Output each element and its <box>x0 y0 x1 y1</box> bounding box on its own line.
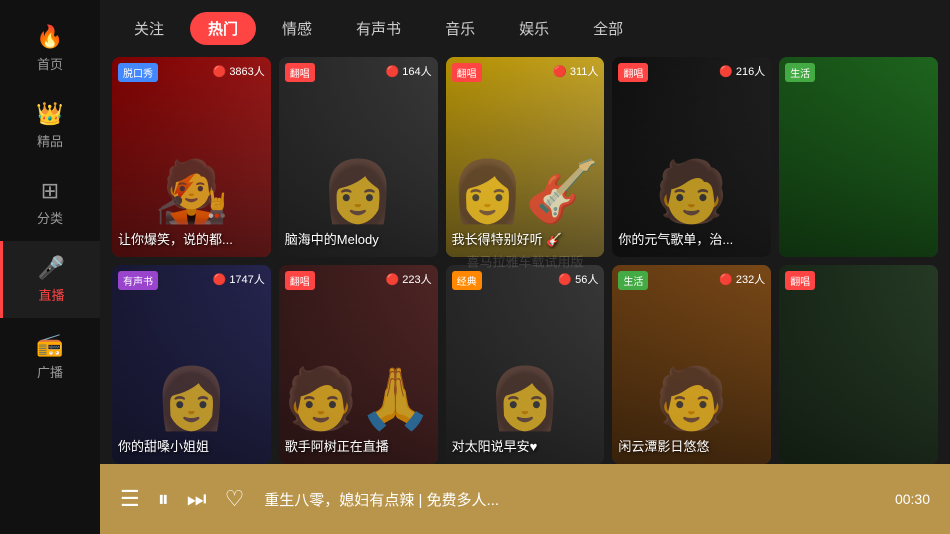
card-3[interactable]: 👩‍🎸 翻唱 🔴 311人我长得特别好听 🎸 <box>446 57 605 257</box>
tab-all[interactable]: 全部 <box>575 12 641 45</box>
card-tag: 翻唱 <box>618 63 648 82</box>
card-9[interactable]: 🧑 生活 🔴 232人闲云潭影日悠悠 <box>612 265 771 465</box>
player-controls: ☰ ⏸ ⏭ ♡ <box>120 486 244 512</box>
card-person: 👩 <box>488 363 563 434</box>
radio-icon: 📻 <box>36 332 63 358</box>
card-person: 🧑‍🎤 <box>154 156 229 227</box>
sidebar-item-radio[interactable]: 📻 广播 <box>0 318 100 395</box>
sidebar-item-live[interactable]: 🎤 直播 <box>0 241 100 318</box>
next-button[interactable]: ⏭ <box>187 486 207 512</box>
card-6[interactable]: 👩 有声书 🔴 1747人你的甜嗓小姐姐 <box>112 265 271 465</box>
card-8[interactable]: 👩 经典 🔴 56人对太阳说早安♥ <box>446 265 605 465</box>
card-title: 让你爆笑，说的都... <box>118 232 265 249</box>
card-count: 🔴 223人 <box>385 271 431 287</box>
pause-button[interactable]: ⏸ <box>158 486 169 512</box>
sidebar-item-label: 首页 <box>37 54 63 73</box>
premium-icon: 👑 <box>36 101 63 127</box>
card-count: 🔴 1747人 <box>213 271 265 287</box>
card-count: 🔴 232人 <box>719 271 765 287</box>
card-tag: 有声书 <box>118 271 158 290</box>
card-2[interactable]: 👩 翻唱 🔴 164人脑海中的Melody <box>279 57 438 257</box>
card-tag: 生活 <box>618 271 648 290</box>
card-person: 🧑‍🙏 <box>283 363 432 434</box>
home-icon: 🔥 <box>36 24 63 50</box>
card-5[interactable]: 生活 <box>779 57 938 257</box>
card-person: 👩 <box>154 363 229 434</box>
card-title: 脑海中的Melody <box>285 232 432 249</box>
card-count: 🔴 311人 <box>553 63 598 79</box>
card-overlay <box>779 57 938 257</box>
card-tag: 经典 <box>452 271 482 290</box>
sidebar-item-label: 广播 <box>37 362 63 381</box>
card-tag: 脱口秀 <box>118 63 158 82</box>
grid-area: 喜马拉雅车载试用版 🧑‍🎤脱口秀🔴 3863人让你爆笑，说的都...👩翻唱🔴 1… <box>100 57 950 464</box>
card-grid: 🧑‍🎤 脱口秀 🔴 3863人让你爆笑，说的都... 👩 翻唱 🔴 164人脑海中的Mel… <box>112 57 938 464</box>
card-count: 🔴 3863人 <box>213 63 265 79</box>
player-bar: ☰ ⏸ ⏭ ♡ 重生八零，媳妇有点辣 | 免费多人... 00:30 <box>100 464 950 534</box>
live-icon: 🎤 <box>38 255 65 281</box>
card-7[interactable]: 🧑‍🙏 翻唱 🔴 223人歌手阿树正在直播 <box>279 265 438 465</box>
player-title: 重生八零，媳妇有点辣 | 免费多人... <box>264 489 875 510</box>
tab-bar: 关注热门情感有声书音乐娱乐全部 <box>100 0 950 57</box>
card-person: 👩 <box>321 156 396 227</box>
card-10[interactable]: 翻唱 <box>779 265 938 465</box>
tab-audiobook[interactable]: 有声书 <box>338 12 419 45</box>
tab-entertainment[interactable]: 娱乐 <box>501 12 567 45</box>
card-tag: 翻唱 <box>452 63 482 82</box>
card-tag: 翻唱 <box>285 271 315 290</box>
card-person: 🧑 <box>654 363 729 434</box>
card-count: 🔴 56人 <box>558 271 598 287</box>
card-count: 🔴 164人 <box>385 63 431 79</box>
card-title: 我长得特别好听 🎸 <box>452 232 599 249</box>
card-title: 你的元气歌单，治... <box>618 232 765 249</box>
card-count: 🔴 216人 <box>719 63 765 79</box>
category-icon: ⊞ <box>41 178 59 204</box>
card-1[interactable]: 🧑‍🎤 脱口秀 🔴 3863人让你爆笑，说的都... <box>112 57 271 257</box>
tab-music[interactable]: 音乐 <box>427 12 493 45</box>
card-title: 歌手阿树正在直播 <box>285 439 432 456</box>
tab-follow[interactable]: 关注 <box>116 12 182 45</box>
card-tag: 翻唱 <box>285 63 315 82</box>
card-person: 🧑 <box>654 156 729 227</box>
sidebar-item-premium[interactable]: 👑 精品 <box>0 87 100 164</box>
tab-hot[interactable]: 热门 <box>190 12 256 45</box>
sidebar-item-label: 分类 <box>37 208 63 227</box>
sidebar-item-label: 精品 <box>37 131 63 150</box>
card-title: 闲云潭影日悠悠 <box>618 439 765 456</box>
card-tag: 翻唱 <box>785 271 815 290</box>
sidebar-item-label: 直播 <box>38 285 64 304</box>
sidebar-item-category[interactable]: ⊞ 分类 <box>0 164 100 241</box>
player-time: 00:30 <box>895 491 930 507</box>
card-overlay <box>779 265 938 465</box>
favorite-button[interactable]: ♡ <box>225 486 245 512</box>
card-title: 你的甜嗓小姐姐 <box>118 439 265 456</box>
card-4[interactable]: 🧑 翻唱 🔴 216人你的元气歌单，治... <box>612 57 771 257</box>
sidebar: 🔥 首页 👑 精品 ⊞ 分类 🎤 直播 📻 广播 <box>0 0 100 534</box>
card-title: 对太阳说早安♥ <box>452 439 599 456</box>
card-tag: 生活 <box>785 63 815 82</box>
tab-emotion[interactable]: 情感 <box>264 12 330 45</box>
sidebar-item-home[interactable]: 🔥 首页 <box>0 10 100 87</box>
card-person: 👩‍🎸 <box>450 156 599 227</box>
playlist-button[interactable]: ☰ <box>120 486 140 512</box>
main-content: 关注热门情感有声书音乐娱乐全部 喜马拉雅车载试用版 🧑‍🎤脱口秀🔴 3863人让… <box>100 0 950 534</box>
